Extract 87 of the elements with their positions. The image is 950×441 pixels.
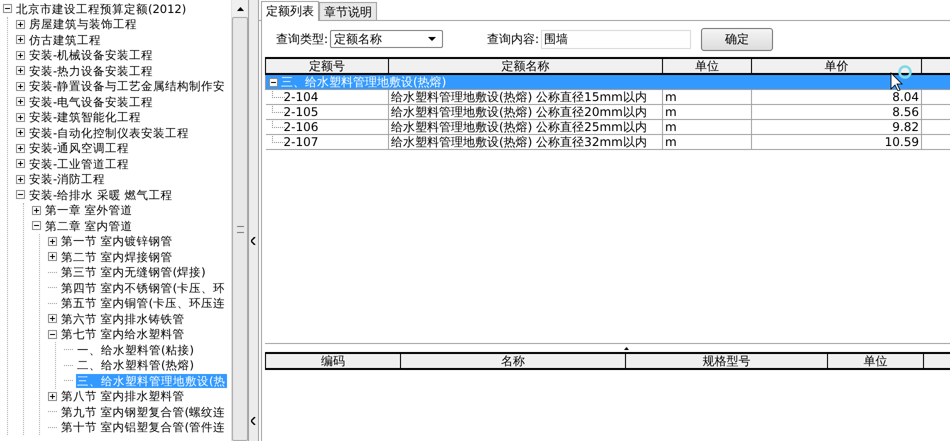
- table-cell: 2-105: [284, 106, 318, 118]
- dropdown-arrow-icon: [428, 37, 436, 41]
- tree-item[interactable]: 第十节 室内铝塑复合管(管件连: [60, 420, 226, 434]
- tree-item[interactable]: 二、给水塑料管(热熔): [76, 358, 195, 372]
- tab[interactable]: 章节说明: [319, 2, 377, 20]
- column-header[interactable]: 规格型号: [626, 353, 828, 369]
- collapse-icon[interactable]: [32, 221, 41, 230]
- tree-item[interactable]: 第九节 室内钢塑复合管(螺纹连: [60, 404, 226, 419]
- table-cell: 9.82: [892, 120, 919, 134]
- tree-item[interactable]: 第一节 室内镀锌钢管: [60, 234, 174, 248]
- collapse-left-icon[interactable]: [251, 237, 256, 245]
- tree-item[interactable]: 仿古建筑工程: [28, 32, 102, 47]
- column-header[interactable]: 编码: [266, 353, 400, 369]
- collapse-icon[interactable]: [48, 330, 57, 339]
- group-title: 三、给水塑料管理地敷设(热熔): [281, 75, 446, 89]
- tree-item[interactable]: 安装-建筑智能化工程: [28, 110, 142, 124]
- expand-icon[interactable]: [16, 20, 25, 29]
- tree-item[interactable]: 北京市建设工程预算定额(2012): [15, 2, 188, 16]
- tree-item[interactable]: 安装-自动化控制仪表安装工程: [28, 126, 190, 140]
- expand-icon[interactable]: [16, 97, 25, 106]
- query-content-label: 查询内容:: [487, 30, 540, 48]
- tree-item[interactable]: 安装-电气设备安装工程: [28, 94, 154, 109]
- expand-icon[interactable]: [48, 392, 57, 401]
- column-header[interactable]: [922, 58, 950, 74]
- expand-icon[interactable]: [16, 159, 25, 168]
- table-cell: 给水塑料管理地敷设(热熔) 公称直径20mm以内: [391, 106, 647, 118]
- tree-item[interactable]: 第七节 室内给水塑料管: [60, 327, 186, 342]
- table-cell: 2-104: [284, 90, 318, 104]
- table-cell: m: [665, 136, 677, 148]
- column-header[interactable]: 名称: [400, 353, 626, 369]
- expand-icon[interactable]: [16, 50, 25, 60]
- confirm-button[interactable]: 确定: [701, 28, 774, 50]
- expand-icon[interactable]: [16, 82, 25, 91]
- tree-item[interactable]: 安装-通风空调工程: [28, 141, 130, 156]
- table-cell: 10.59: [884, 136, 919, 148]
- column-header[interactable]: 定额号: [266, 58, 388, 74]
- column-header[interactable]: 单价: [752, 58, 922, 74]
- expand-icon[interactable]: [48, 314, 57, 324]
- expand-icon[interactable]: [16, 174, 25, 184]
- collapse-icon[interactable]: [269, 78, 278, 86]
- tree-item[interactable]: 第五节 室内铜管(卡压、环压连: [60, 296, 226, 310]
- tree-item[interactable]: 第六节 室内排水铸铁管: [60, 312, 186, 326]
- table-cell: 给水塑料管理地敷设(热熔) 公称直径32mm以内: [391, 136, 647, 148]
- tab[interactable]: 定额列表: [261, 1, 319, 21]
- table-cell: m: [665, 90, 677, 104]
- table-cell: m: [665, 106, 677, 118]
- tree-item[interactable]: 房屋建筑与装饰工程: [28, 17, 138, 32]
- column-header[interactable]: 单位: [828, 353, 924, 369]
- expand-icon[interactable]: [16, 144, 25, 153]
- splitter-arrow-icon[interactable]: [624, 346, 628, 350]
- expand-icon[interactable]: [48, 252, 57, 262]
- table-cell: 8.04: [892, 90, 919, 104]
- tree-item[interactable]: 第三节 室内无缝钢管(焊接): [60, 265, 207, 280]
- tree-item[interactable]: 第一章 室外管道: [44, 203, 134, 218]
- tree-item[interactable]: 第二节 室内焊接钢管: [60, 250, 174, 264]
- collapse-icon[interactable]: [3, 4, 12, 14]
- scroll-up-icon[interactable]: [236, 7, 244, 11]
- tree-item[interactable]: 安装-机械设备安装工程: [28, 48, 154, 62]
- collapse-icon[interactable]: [16, 190, 25, 200]
- expand-icon[interactable]: [16, 112, 25, 122]
- tree-item[interactable]: 一、给水塑料管(粘接): [76, 342, 195, 357]
- query-type-label: 查询类型:: [276, 30, 328, 48]
- tree-item[interactable]: 安装-静置设备与工艺金属结构制作安: [28, 79, 226, 94]
- busy-cursor-icon: [890, 65, 912, 91]
- collapse-left-icon[interactable]: [251, 417, 256, 425]
- table-cell: 8.56: [892, 106, 919, 118]
- table-cell: 2-107: [284, 136, 318, 148]
- column-header[interactable]: 单位: [662, 58, 752, 74]
- query-content-field[interactable]: 围墙: [541, 30, 692, 48]
- tree-item[interactable]: 安装-给排水 采暖 燃气工程: [28, 188, 174, 202]
- table-cell: 给水塑料管理地敷设(热熔) 公称直径15mm以内: [391, 90, 647, 104]
- expand-icon[interactable]: [16, 66, 25, 76]
- table-cell: m: [665, 120, 677, 134]
- expand-icon[interactable]: [48, 236, 57, 246]
- expand-icon[interactable]: [32, 206, 41, 215]
- tree-item[interactable]: 第四节 室内不锈钢管(卡压、环: [60, 280, 226, 295]
- tree-item[interactable]: 安装-热力设备安装工程: [28, 64, 154, 78]
- expand-icon[interactable]: [16, 35, 25, 44]
- table-cell: 给水塑料管理地敷设(热熔) 公称直径25mm以内: [391, 120, 647, 134]
- tree-item[interactable]: 第八节 室内排水塑料管: [60, 389, 186, 404]
- query-type-dropdown[interactable]: 定额名称: [330, 30, 444, 48]
- expand-icon[interactable]: [16, 128, 25, 138]
- tree-item[interactable]: 安装-工业管道工程: [28, 156, 130, 171]
- tree-item[interactable]: 安装-消防工程: [28, 172, 106, 186]
- column-header[interactable]: 定额名称: [388, 58, 662, 74]
- tree-item[interactable]: 第二章 室内管道: [44, 218, 134, 233]
- table-cell: 2-106: [284, 120, 318, 134]
